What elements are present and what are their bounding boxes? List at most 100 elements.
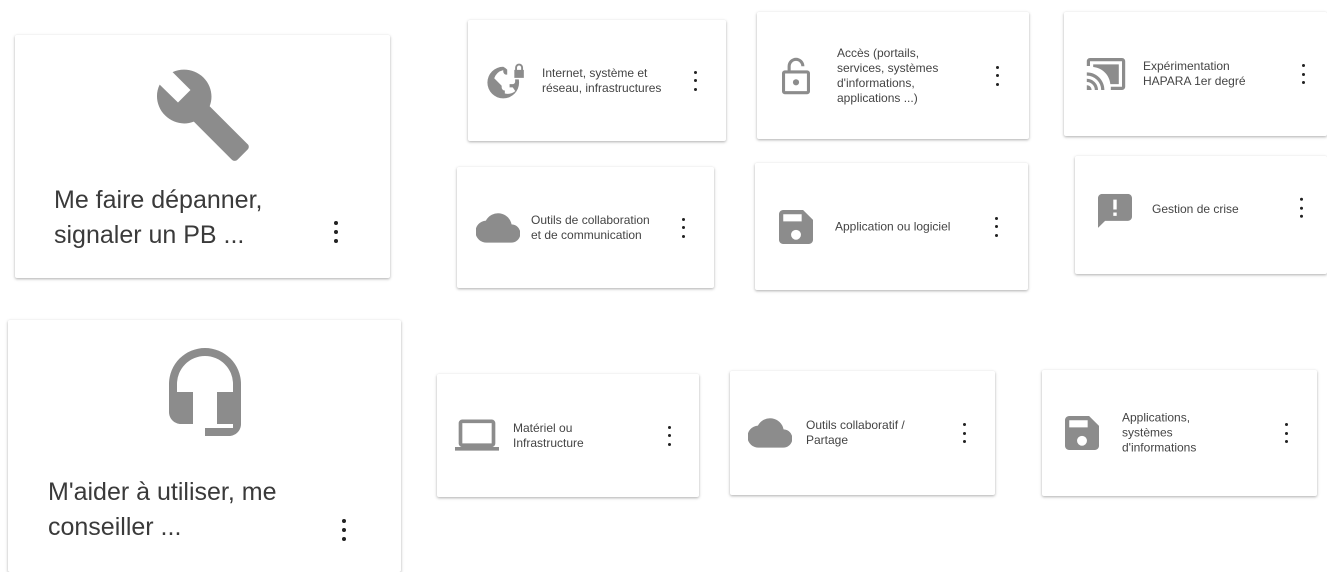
dot: [1299, 214, 1303, 218]
card-title-line: Me faire dépanner,: [54, 186, 263, 214]
dot: [1301, 72, 1305, 76]
card-title-line: Matériel ou: [513, 420, 573, 435]
more-options-button[interactable]: [1279, 420, 1293, 446]
card-title-line: M'aider à utiliser, me: [48, 478, 277, 506]
dot: [334, 221, 338, 225]
card-title-line: Expérimentation: [1143, 59, 1230, 73]
more-options-button[interactable]: [662, 423, 676, 449]
card-me-faire-depanner[interactable]: Me faire dépanner, signaler un PB ...: [15, 35, 390, 278]
card-title-line: Application ou logiciel: [835, 219, 951, 233]
dot: [667, 425, 671, 429]
card-title-line: Infrastructure: [513, 435, 584, 450]
card-title-line: applications ...): [837, 90, 918, 105]
card-title: Expérimentation HAPARA 1er degré: [1143, 59, 1246, 89]
card-title-line: HAPARA 1er degré: [1143, 74, 1246, 88]
card-materiel-ou-infrastructure[interactable]: Matériel ou Infrastructure: [437, 374, 699, 497]
card-gestion-de-crise[interactable]: Gestion de crise: [1075, 156, 1327, 274]
card-title-line: systèmes: [1122, 425, 1173, 440]
card-title-line: signaler un PB ...: [54, 221, 245, 249]
unlock-icon: [782, 57, 810, 95]
card-title-line: Internet, système et: [542, 65, 648, 80]
card-title-line: et de communication: [531, 227, 642, 242]
card-acces-portails[interactable]: Accès (portails, services, systèmes d'in…: [757, 12, 1029, 139]
dot: [1299, 197, 1303, 201]
more-options-button[interactable]: [688, 68, 702, 94]
card-title: Internet, système et réseau, infrastruct…: [542, 66, 661, 96]
card-title-line: conseiller ...: [48, 513, 182, 541]
card-title: Matériel ou Infrastructure: [513, 421, 584, 451]
card-title-line: Outils de collaboration: [531, 212, 650, 227]
dot: [342, 537, 346, 541]
alert-message-icon: [1098, 193, 1132, 228]
dot: [693, 70, 697, 74]
wrench-icon: [153, 65, 253, 165]
more-options-button[interactable]: [337, 516, 351, 544]
dot: [667, 434, 671, 437]
card-experimentation-hapara[interactable]: Expérimentation HAPARA 1er degré: [1064, 12, 1327, 136]
more-options-button[interactable]: [1296, 61, 1310, 87]
dot: [342, 528, 346, 532]
more-options-button[interactable]: [990, 63, 1004, 89]
card-internet-systeme-reseau[interactable]: Internet, système et réseau, infrastruct…: [468, 20, 726, 141]
dot: [681, 234, 685, 238]
more-options-button[interactable]: [329, 218, 343, 246]
globe-lock-icon: [487, 62, 529, 100]
cast-icon: [1086, 58, 1126, 90]
dot: [994, 233, 998, 237]
dot: [1284, 431, 1288, 435]
card-title-line: Partage: [806, 433, 849, 447]
dot: [995, 74, 999, 77]
cloud-icon: [476, 212, 520, 243]
dot: [342, 519, 346, 523]
card-title-line: Gestion de crise: [1152, 201, 1239, 216]
card-title: Outils de collaboration et de communicat…: [531, 213, 650, 243]
more-options-button[interactable]: [676, 215, 690, 241]
dot: [962, 440, 966, 443]
dot: [995, 82, 999, 86]
card-title: M'aider à utiliser, me conseiller ...: [48, 475, 338, 545]
card-application-ou-logiciel[interactable]: Application ou logiciel: [755, 163, 1028, 290]
laptop-icon: [455, 419, 499, 453]
card-title-line: d'informations,: [837, 75, 915, 90]
card-title-line: Applications,: [1122, 410, 1191, 425]
dot: [994, 216, 998, 220]
card-title: Gestion de crise: [1152, 202, 1239, 217]
dot: [994, 225, 998, 228]
card-title-line: services, systèmes: [837, 60, 939, 75]
dot: [962, 423, 966, 426]
dot: [667, 442, 671, 446]
dot: [1301, 64, 1305, 67]
dot: [995, 65, 999, 69]
card-title: Application ou logiciel: [835, 219, 950, 234]
cloud-icon: [748, 418, 792, 448]
dot: [1284, 440, 1288, 443]
dot: [334, 230, 338, 234]
card-outils-collaboratif-partage[interactable]: Outils collaboratif / Partage: [730, 371, 995, 495]
card-title-line: réseau, infrastructures: [542, 80, 662, 95]
dot: [962, 431, 966, 435]
more-options-button[interactable]: [1294, 195, 1308, 221]
card-applications-systemes[interactable]: Applications, systèmes d'informations: [1042, 370, 1317, 496]
floppy-disk-icon: [779, 209, 813, 244]
card-title-line: d'informations: [1122, 440, 1197, 455]
card-title: Me faire dépanner, signaler un PB ...: [54, 183, 314, 253]
dot: [693, 79, 697, 82]
more-options-button[interactable]: [957, 420, 971, 446]
card-outils-de-collaboration[interactable]: Outils de collaboration et de communicat…: [457, 167, 714, 288]
dot: [1284, 423, 1288, 426]
dot: [693, 87, 697, 91]
dot: [681, 217, 685, 221]
headset-icon: [157, 344, 253, 444]
card-title-line: Accès (portails,: [837, 45, 920, 60]
more-options-button[interactable]: [989, 214, 1003, 240]
card-title: Accès (portails, services, systèmes d'in…: [837, 46, 938, 106]
card-title: Applications, systèmes d'informations: [1122, 411, 1196, 456]
dot: [681, 226, 685, 229]
dot: [334, 239, 338, 243]
dot: [1301, 81, 1305, 84]
dot: [1299, 206, 1303, 210]
card-m-aider-a-utiliser[interactable]: M'aider à utiliser, me conseiller ...: [8, 320, 401, 572]
card-title-line: Outils collaboratif /: [806, 418, 905, 432]
card-title: Outils collaboratif / Partage: [806, 418, 905, 448]
floppy-disk-icon: [1065, 416, 1099, 450]
